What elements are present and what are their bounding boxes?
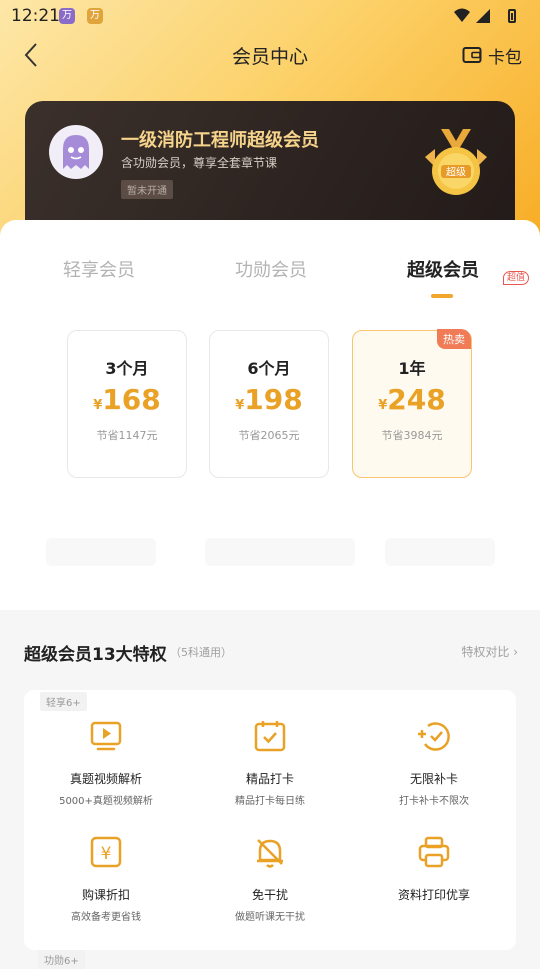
privileges-header: 超级会员13大特权 （5科通用） 特权对比 › [24, 640, 518, 668]
privilege-item[interactable]: 无限补卡 打卡补卡不限次 [352, 718, 516, 807]
active-tab-indicator [431, 294, 453, 298]
status-bar: 12:21 万 万 [0, 0, 540, 32]
plan-card-6-months[interactable]: 6个月 ¥198 节省2065元 [209, 330, 329, 478]
hot-sale-badge: 热卖 [437, 329, 471, 349]
group-tag: 轻享6+ [40, 692, 87, 711]
plan-duration: 1年 [398, 359, 426, 378]
printer-icon [418, 836, 450, 868]
yen-coupon-icon: ¥ [90, 836, 122, 868]
plan-savings: 节省2065元 [238, 429, 300, 442]
plan-duration: 6个月 [247, 359, 291, 378]
bell-off-icon [257, 839, 283, 868]
plus-check-icon [418, 722, 450, 751]
privilege-compare-link[interactable]: 特权对比 › [461, 643, 518, 660]
tab-merit-member[interactable]: 功勋会员 [235, 256, 307, 282]
page-title: 会员中心 [231, 46, 308, 68]
tab-value-tag: 超值 [503, 271, 530, 285]
ghost-avatar-icon [63, 135, 89, 169]
avatar [49, 125, 103, 179]
plan-savings: 节省1147元 [96, 429, 158, 442]
privilege-item[interactable]: 资料打印优享 [352, 834, 516, 908]
membership-tabs: 轻享会员 功勋会员 超级会员 超值 [0, 250, 540, 300]
faint-placeholder [205, 538, 355, 566]
tab-super-member[interactable]: 超级会员 [407, 256, 479, 282]
svg-text:超级: 超级 [446, 166, 466, 179]
privilege-item[interactable]: 免干扰 做题听课无干扰 [188, 834, 352, 923]
top-nav: 会员中心 卡包 [0, 32, 540, 78]
medal-icon: 超级 [421, 127, 491, 201]
privilege-item[interactable]: 精品打卡 精品打卡每日练 [188, 718, 352, 807]
faint-placeholder [385, 538, 495, 566]
status-time: 12:21 [11, 6, 60, 26]
app-notification-icon: 万 [59, 8, 75, 24]
wallet-icon [462, 47, 482, 63]
plan-duration: 3个月 [105, 359, 149, 378]
plan-price: ¥198 [235, 383, 303, 416]
wallet-button[interactable]: 卡包 [462, 42, 522, 68]
privileges-title: 超级会员13大特权 [24, 645, 167, 665]
privileges-card: 轻享6+ 真题视频解析 5000+真题视频解析 精品打卡 精品打卡每日练 无限补… [24, 690, 516, 950]
card-title: 一级消防工程师超级会员 [121, 130, 319, 151]
wallet-label: 卡包 [488, 47, 522, 68]
plan-price: ¥168 [93, 383, 161, 416]
plan-card-3-months[interactable]: 3个月 ¥168 节省1147元 [67, 330, 187, 478]
faint-placeholder [46, 538, 156, 566]
status-badge: 暂未开通 [121, 180, 173, 199]
tab-light-member[interactable]: 轻享会员 [63, 256, 135, 282]
app-notification-icon: 万 [87, 8, 103, 24]
video-play-icon [90, 721, 122, 751]
privilege-item[interactable]: ¥ 购课折扣 高效备考更省钱 [24, 834, 188, 923]
battery-icon [508, 9, 516, 23]
plan-panel: 轻享会员 功勋会员 超级会员 超值 3个月 ¥168 节省1147元 6个月 ¥… [0, 220, 540, 610]
privileges-note: （5科通用） [170, 646, 232, 659]
plan-card-1-year[interactable]: 热卖 1年 ¥248 节省3984元 [352, 329, 472, 478]
privilege-item[interactable]: 真题视频解析 5000+真题视频解析 [24, 718, 188, 807]
calendar-check-icon [254, 721, 286, 752]
card-subtitle: 含功勋会员，尊享全套章节课 [121, 156, 278, 170]
plan-savings: 节省3984元 [381, 429, 443, 442]
wifi-signal-icon [454, 8, 490, 23]
plan-price: ¥248 [378, 383, 446, 416]
svg-text:¥: ¥ [101, 844, 112, 864]
